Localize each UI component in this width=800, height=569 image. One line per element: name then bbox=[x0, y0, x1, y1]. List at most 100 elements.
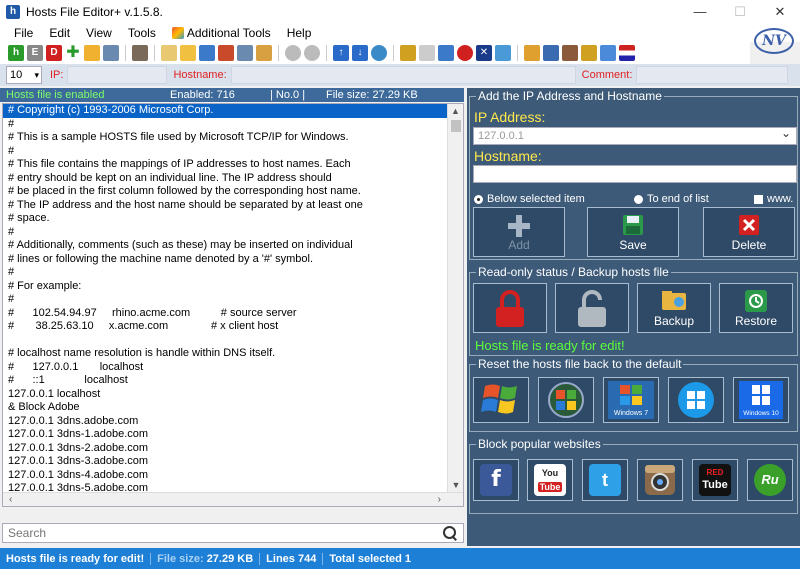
table-icon[interactable] bbox=[495, 45, 511, 61]
list-item[interactable]: # bbox=[3, 145, 448, 159]
reset-windows-8-button[interactable] bbox=[668, 377, 724, 423]
list-item[interactable]: # bbox=[3, 226, 448, 240]
reset-windows-10-button[interactable]: Windows 10 bbox=[733, 377, 789, 423]
reset-windows-xp-button[interactable] bbox=[473, 377, 529, 423]
move-up-icon[interactable]: ↑ bbox=[333, 45, 349, 61]
close-button[interactable]: ✕ bbox=[760, 0, 800, 24]
list-item[interactable]: # This file contains the mappings of IP … bbox=[3, 158, 448, 172]
document-icon[interactable] bbox=[161, 45, 177, 61]
pencil-icon[interactable] bbox=[524, 45, 540, 61]
scroll-down-icon[interactable]: ▼ bbox=[448, 478, 463, 492]
search-input[interactable] bbox=[3, 526, 441, 540]
list-item[interactable]: 127.0.0.1 3dns-1.adobe.com bbox=[3, 428, 448, 442]
open-folder-icon[interactable] bbox=[84, 45, 100, 61]
restore-button[interactable]: Restore bbox=[719, 283, 793, 333]
ip-address-select[interactable]: 127.0.0.1 bbox=[473, 125, 797, 145]
cross-icon[interactable]: ✕ bbox=[476, 45, 492, 61]
maximize-button[interactable]: ☐ bbox=[720, 0, 760, 24]
list-item[interactable]: # Additionally, comments (such as these)… bbox=[3, 239, 448, 253]
list-item[interactable]: & Block Adobe bbox=[3, 401, 448, 415]
list-item[interactable]: # entry should be kept on an individual … bbox=[3, 172, 448, 186]
add-icon[interactable]: ✚ bbox=[65, 45, 81, 61]
list-item[interactable]: # bbox=[3, 266, 448, 280]
menu-file[interactable]: File bbox=[6, 26, 41, 40]
list-item[interactable]: # ::1 localhost bbox=[3, 374, 448, 388]
hosts-icon[interactable]: h bbox=[8, 45, 24, 61]
list-item[interactable]: # localhost name resolution is handle wi… bbox=[3, 347, 448, 361]
list-item[interactable]: 127.0.0.1 3dns-4.adobe.com bbox=[3, 469, 448, 483]
list-item[interactable]: # lines or following the machine name de… bbox=[3, 253, 448, 267]
scroll-up-icon[interactable]: ▲ bbox=[448, 104, 463, 118]
move-down-icon[interactable]: ↓ bbox=[352, 45, 368, 61]
list-item[interactable] bbox=[3, 334, 448, 348]
block-youtube-button[interactable]: You Tube bbox=[527, 459, 573, 501]
unlock-button[interactable] bbox=[555, 283, 629, 333]
menu-view[interactable]: View bbox=[78, 26, 120, 40]
list-item[interactable]: # The IP address and the host name shoul… bbox=[3, 199, 448, 213]
block-rutracker-button[interactable]: Ru bbox=[747, 459, 793, 501]
horizontal-scrollbar[interactable]: ‹ › bbox=[3, 492, 463, 506]
hostname-input[interactable] bbox=[473, 165, 797, 183]
delete-button[interactable]: Delete bbox=[703, 207, 795, 257]
vertical-scrollbar[interactable]: ▲ ▼ bbox=[447, 104, 463, 492]
block-icon[interactable] bbox=[457, 45, 473, 61]
backup-button[interactable]: Backup bbox=[637, 283, 711, 333]
scroll-thumb[interactable] bbox=[451, 120, 461, 132]
list-item[interactable]: 127.0.0.1 3dns-2.adobe.com bbox=[3, 442, 448, 456]
package-icon[interactable] bbox=[562, 45, 578, 61]
reset-vista-button[interactable] bbox=[538, 377, 594, 423]
hosts-lines[interactable]: # Copyright (c) 1993-2006 Microsoft Corp… bbox=[3, 104, 448, 506]
list-item[interactable]: 127.0.0.1 3dns.adobe.com bbox=[3, 415, 448, 429]
globe-icon[interactable] bbox=[371, 45, 387, 61]
block-redtube-button[interactable]: RED Tube bbox=[692, 459, 738, 501]
hosts-text-area[interactable]: # Copyright (c) 1993-2006 Microsoft Corp… bbox=[2, 103, 464, 507]
comment-filter-input[interactable] bbox=[636, 66, 789, 84]
folder-icon[interactable] bbox=[180, 45, 196, 61]
www-checkbox[interactable]: www. bbox=[754, 193, 793, 205]
paste-icon[interactable] bbox=[218, 45, 234, 61]
settings-icon[interactable] bbox=[400, 45, 416, 61]
window-icon[interactable] bbox=[199, 45, 215, 61]
ip-filter-input[interactable] bbox=[67, 66, 168, 84]
list-item[interactable]: # 102.54.94.97 rhino.acme.com # source s… bbox=[3, 307, 448, 321]
user-icon[interactable] bbox=[543, 45, 559, 61]
editor-icon[interactable]: E bbox=[27, 45, 43, 61]
minimize-button[interactable]: — bbox=[680, 0, 720, 24]
menu-tools[interactable]: Tools bbox=[120, 26, 164, 40]
list-item[interactable]: # bbox=[3, 293, 448, 307]
block-facebook-button[interactable]: f bbox=[473, 459, 519, 501]
check-icon[interactable] bbox=[285, 45, 301, 61]
list-item[interactable]: # be placed in the first column followed… bbox=[3, 185, 448, 199]
list-item[interactable]: # Copyright (c) 1993-2006 Microsoft Corp… bbox=[3, 104, 448, 118]
add-button[interactable]: Add bbox=[473, 207, 565, 257]
list-item[interactable]: # 38.25.63.10 x.acme.com # x client host bbox=[3, 320, 448, 334]
search-icon[interactable] bbox=[441, 524, 459, 542]
list-item[interactable]: # 127.0.0.1 localhost bbox=[3, 361, 448, 375]
flag-icon[interactable] bbox=[619, 45, 635, 61]
scroll-right-icon[interactable]: › bbox=[438, 493, 441, 506]
reset-windows-7-button[interactable]: Windows 7 bbox=[603, 377, 659, 423]
radio-below-selected[interactable]: Below selected item bbox=[474, 193, 585, 205]
save-icon[interactable] bbox=[103, 45, 119, 61]
list-item[interactable]: 127.0.0.1 3dns-3.adobe.com bbox=[3, 455, 448, 469]
list-item[interactable]: # This is a sample HOSTS file used by Mi… bbox=[3, 131, 448, 145]
block-instagram-button[interactable] bbox=[637, 459, 683, 501]
list-item[interactable]: # bbox=[3, 118, 448, 132]
disable-icon[interactable]: D bbox=[46, 45, 62, 61]
network-icon[interactable] bbox=[438, 45, 454, 61]
radio-end-of-list[interactable]: To end of list bbox=[634, 193, 709, 205]
block-twitter-button[interactable]: t bbox=[582, 459, 628, 501]
print-icon[interactable] bbox=[237, 45, 253, 61]
list-item[interactable]: 127.0.0.1 localhost bbox=[3, 388, 448, 402]
lock-button[interactable] bbox=[473, 283, 547, 333]
scroll-left-icon[interactable]: ‹ bbox=[9, 493, 12, 506]
list-item[interactable]: # For example: bbox=[3, 280, 448, 294]
count-select[interactable]: 10 bbox=[6, 66, 42, 84]
uncheck-icon[interactable] bbox=[304, 45, 320, 61]
image-icon[interactable] bbox=[256, 45, 272, 61]
hostname-filter-input[interactable] bbox=[230, 66, 576, 84]
menu-additional-tools[interactable]: Additional Tools bbox=[164, 26, 279, 40]
menu-edit[interactable]: Edit bbox=[41, 26, 78, 40]
list-item[interactable]: # space. bbox=[3, 212, 448, 226]
expand-icon[interactable] bbox=[600, 45, 616, 61]
